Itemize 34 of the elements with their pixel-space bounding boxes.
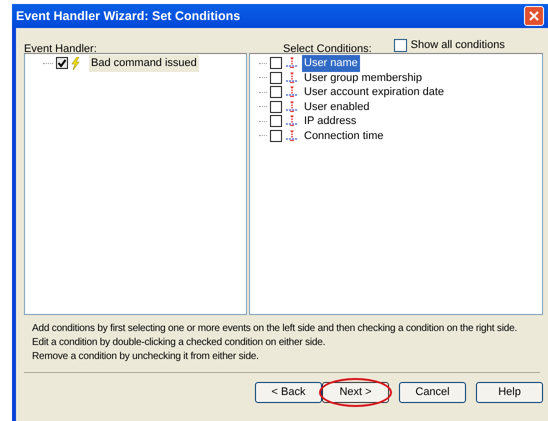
panel-label: Select Conditions: <box>283 42 372 53</box>
checkbox[interactable] <box>394 39 407 52</box>
close-button[interactable] <box>524 6 544 26</box>
checkbox[interactable] <box>270 86 282 98</box>
window-title: Event Handler Wizard: Set Conditions <box>16 8 240 25</box>
help-text: Add conditions by first selecting one or more events on the left side and then checking a condition on the right side. <box>32 322 518 336</box>
checkbox[interactable] <box>270 72 282 84</box>
close-icon <box>528 10 540 22</box>
tree-item[interactable]: Bad command issued <box>89 55 199 72</box>
condition-icon <box>285 57 299 70</box>
panel-label: Event Handler: <box>24 43 97 55</box>
help-text: Remove a condition by unchecking it from either side. <box>32 350 260 364</box>
tree-item[interactable]: IP address <box>302 113 358 130</box>
wizard-button[interactable]: < Back <box>255 382 322 403</box>
checkbox[interactable] <box>270 57 282 70</box>
condition-icon <box>285 130 299 142</box>
wizard-button[interactable]: Cancel <box>399 382 466 403</box>
tree-item[interactable]: Connection time <box>302 128 386 144</box>
checkbox[interactable] <box>270 100 282 113</box>
checkbox-label: Show all conditions <box>410 38 505 54</box>
lightning-icon <box>71 56 80 70</box>
condition-icon <box>285 86 299 98</box>
condition-icon <box>285 115 299 128</box>
condition-icon <box>285 100 299 113</box>
condition-icon <box>285 72 299 84</box>
help-text: Edit a condition by double-clicking a checked condition on either side. <box>32 336 326 350</box>
tree-item[interactable]: User account expiration date <box>302 84 446 100</box>
tree-item[interactable]: User group membership <box>302 70 424 86</box>
checkbox[interactable] <box>56 57 68 70</box>
checkbox[interactable] <box>270 130 282 142</box>
checkbox[interactable] <box>270 115 282 128</box>
tree-item[interactable]: User name <box>302 55 360 72</box>
tree-item[interactable]: User enabled <box>302 98 372 115</box>
wizard-button[interactable]: Help <box>476 382 543 403</box>
